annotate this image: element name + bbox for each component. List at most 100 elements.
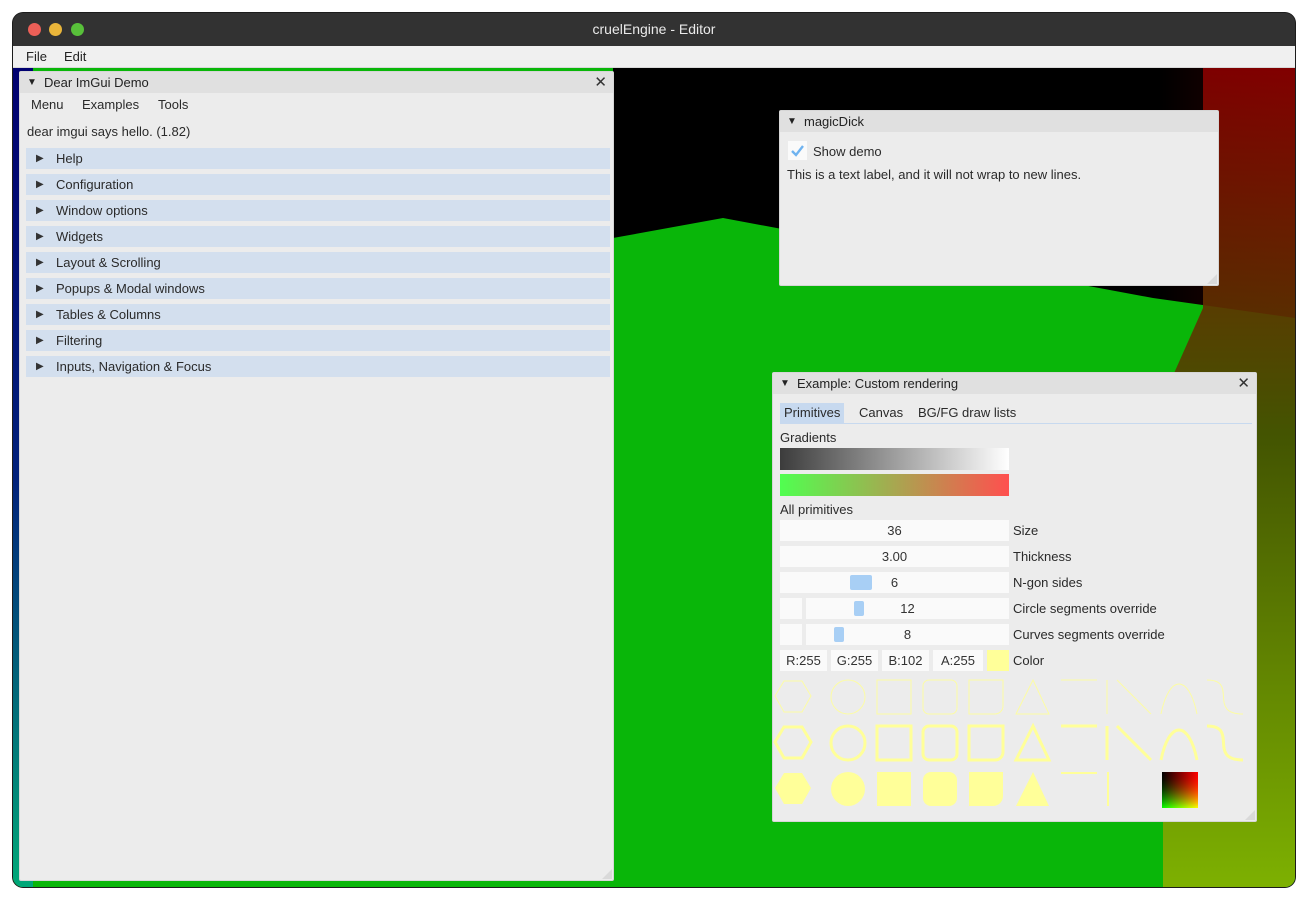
- demo-menu-tools[interactable]: Tools: [158, 97, 188, 112]
- magic-window-title: magicDick: [804, 114, 864, 129]
- ngon-label: N-gon sides: [1013, 575, 1083, 590]
- color-g-drag[interactable]: G:255: [831, 650, 878, 671]
- section-label: Popups & Modal windows: [56, 281, 205, 296]
- expand-arrow-icon: ▶: [36, 179, 44, 190]
- thick-ngon: [773, 725, 813, 760]
- section-tables-columns[interactable]: ▶ Tables & Columns: [26, 304, 610, 325]
- size-drag[interactable]: 36: [780, 520, 1009, 541]
- resize-grip[interactable]: [1245, 810, 1255, 820]
- expand-arrow-icon: ▶: [36, 309, 44, 320]
- multicolor-rect-overlay: [1162, 772, 1198, 808]
- expand-arrow-icon: ▶: [36, 335, 44, 346]
- section-label: Layout & Scrolling: [56, 255, 161, 270]
- expand-arrow-icon: ▶: [36, 361, 44, 372]
- thickness-label: Thickness: [1013, 549, 1072, 564]
- filled-rounded-square: [923, 772, 957, 806]
- collapse-icon[interactable]: ▼: [787, 111, 797, 132]
- section-configuration[interactable]: ▶ Configuration: [26, 174, 610, 195]
- collapse-icon[interactable]: ▼: [780, 373, 790, 394]
- tab-canvas[interactable]: Canvas: [855, 403, 907, 423]
- gradients-label: Gradients: [780, 430, 837, 445]
- thick-triangle: [1013, 722, 1052, 762]
- hello-text: dear imgui says hello. (1.82): [27, 124, 191, 139]
- color-b-drag[interactable]: B:102: [882, 650, 929, 671]
- slider-grab[interactable]: [854, 601, 864, 616]
- magic-window[interactable]: ▼ magicDick Show demo This is a text lab…: [779, 110, 1219, 286]
- circle-segments-value: 12: [900, 601, 915, 616]
- text-label: This is a text label, and it will not wr…: [787, 167, 1082, 182]
- all-primitives-label: All primitives: [780, 502, 853, 517]
- slider-grab[interactable]: [834, 627, 844, 642]
- circle-segments-checkbox[interactable]: [780, 598, 802, 619]
- magic-window-titlebar[interactable]: ▼ magicDick: [780, 111, 1218, 132]
- minimize-window-button[interactable]: [49, 23, 62, 36]
- section-layout-scrolling[interactable]: ▶ Layout & Scrolling: [26, 252, 610, 273]
- section-label: Help: [56, 151, 83, 166]
- imgui-demo-title: Dear ImGui Demo: [44, 75, 149, 90]
- thickness-drag[interactable]: 3.00: [780, 546, 1009, 567]
- thick-corner-rounded: [967, 724, 1005, 762]
- show-demo-label: Show demo: [813, 144, 882, 159]
- imgui-demo-window[interactable]: ▼ Dear ImGui Demo ✕ Menu Examples Tools …: [19, 71, 614, 881]
- tab-divider: [780, 423, 1252, 424]
- section-inputs-navigation[interactable]: ▶ Inputs, Navigation & Focus: [26, 356, 610, 377]
- section-label: Filtering: [56, 333, 103, 348]
- outline-bezier-cubic: [1206, 679, 1244, 715]
- ngon-slider[interactable]: 6: [780, 572, 1009, 593]
- demo-menu-menu[interactable]: Menu: [31, 97, 64, 112]
- custom-rendering-window[interactable]: ▼ Example: Custom rendering ✕ Primitives…: [772, 372, 1257, 822]
- color-r-drag[interactable]: R:255: [780, 650, 827, 671]
- outline-square: [876, 679, 912, 715]
- filled-circle: [831, 772, 865, 806]
- curve-segments-checkbox[interactable]: [780, 624, 802, 645]
- imgui-demo-titlebar[interactable]: ▼ Dear ImGui Demo ✕: [20, 72, 613, 93]
- close-icon[interactable]: ✕: [594, 72, 607, 93]
- circle-segments-slider[interactable]: 12: [806, 598, 1009, 619]
- menu-file[interactable]: File: [26, 49, 47, 64]
- thick-rounded-square: [921, 724, 959, 762]
- app-menubar: File Edit: [13, 46, 1295, 68]
- outline-bezier-quad: [1160, 683, 1198, 715]
- curve-segments-label: Curves segments override: [1013, 627, 1165, 642]
- collapse-icon[interactable]: ▼: [27, 72, 37, 93]
- menu-edit[interactable]: Edit: [64, 49, 86, 64]
- custom-rendering-title: Example: Custom rendering: [797, 376, 959, 391]
- slider-grab[interactable]: [850, 575, 872, 590]
- section-widgets[interactable]: ▶ Widgets: [26, 226, 610, 247]
- app-window: cruelEngine - Editor File Edit ▼ Dear Im…: [13, 13, 1295, 887]
- filled-hline: [1061, 772, 1097, 774]
- section-label: Tables & Columns: [56, 307, 161, 322]
- section-window-options[interactable]: ▶ Window options: [26, 200, 610, 221]
- ngon-value: 6: [890, 575, 899, 590]
- tab-primitives[interactable]: Primitives: [780, 403, 845, 423]
- demo-menu-examples[interactable]: Examples: [82, 97, 139, 112]
- resize-grip[interactable]: [1207, 274, 1217, 284]
- outline-corner-rounded: [968, 679, 1004, 715]
- expand-arrow-icon: ▶: [36, 283, 44, 294]
- tab-bg-fg-draw-lists[interactable]: BG/FG draw lists: [914, 403, 1020, 423]
- thick-bezier-quad: [1159, 728, 1199, 761]
- color-label: Color: [1013, 653, 1045, 668]
- resize-grip[interactable]: [602, 869, 612, 879]
- show-demo-checkbox[interactable]: [788, 141, 807, 160]
- close-window-button[interactable]: [28, 23, 41, 36]
- gradient-bw: [780, 448, 1009, 470]
- custom-rendering-titlebar[interactable]: ▼ Example: Custom rendering ✕: [773, 373, 1256, 394]
- maximize-window-button[interactable]: [71, 23, 84, 36]
- section-filtering[interactable]: ▶ Filtering: [26, 330, 610, 351]
- primitives-canvas: [773, 678, 1244, 808]
- close-icon[interactable]: ✕: [1237, 373, 1250, 394]
- expand-arrow-icon: ▶: [36, 257, 44, 268]
- curve-segments-slider[interactable]: 8: [806, 624, 1009, 645]
- expand-arrow-icon: ▶: [36, 153, 44, 164]
- section-popups-modal[interactable]: ▶ Popups & Modal windows: [26, 278, 610, 299]
- expand-arrow-icon: ▶: [36, 205, 44, 216]
- outline-ngon: [774, 680, 812, 713]
- section-help[interactable]: ▶ Help: [26, 148, 610, 169]
- section-label: Inputs, Navigation & Focus: [56, 359, 212, 374]
- filled-ngon: [775, 773, 811, 804]
- color-a-drag[interactable]: A:255: [933, 650, 983, 671]
- thick-circle: [829, 724, 867, 762]
- outline-diagonal: [1116, 679, 1152, 715]
- color-swatch[interactable]: [987, 650, 1009, 671]
